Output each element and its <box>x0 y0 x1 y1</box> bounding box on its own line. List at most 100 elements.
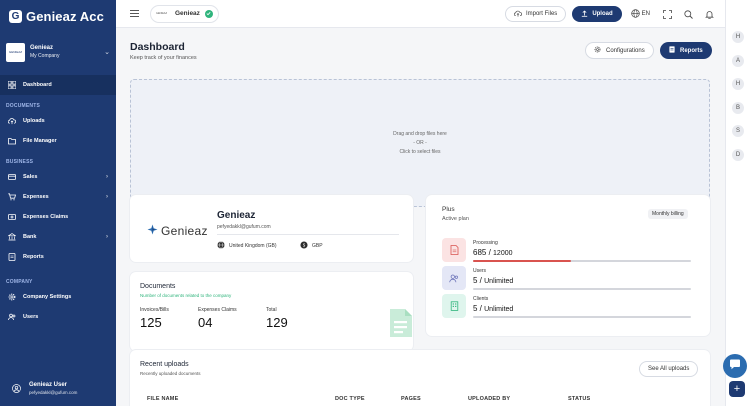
svg-text:$: $ <box>303 243 306 249</box>
hamburger-menu-icon[interactable] <box>129 10 139 17</box>
configurations-button[interactable]: Configurations <box>585 42 654 59</box>
chat-support-button[interactable] <box>723 354 747 378</box>
document-icon <box>388 308 413 343</box>
column-header-doc-type[interactable]: DOC TYPE <box>335 396 365 402</box>
import-files-label: Import Files <box>525 11 558 17</box>
metric-progress-track <box>473 316 691 318</box>
company-switcher[interactable]: GENIEAZ Genieaz My Company ⌄ <box>0 36 116 68</box>
stat-label: Invoices/Bills <box>140 307 169 313</box>
bell-icon[interactable] <box>704 9 714 19</box>
stat-label: Expenses Claims <box>198 307 237 313</box>
column-header-uploaded-by[interactable]: UPLOADED BY <box>468 396 510 402</box>
dropzone-drag-text: Drag and drop files here <box>393 131 447 137</box>
section-business: BUSINESS <box>6 159 34 165</box>
divider <box>217 234 399 235</box>
metric-value: 685 / 12000 <box>473 248 513 257</box>
sales-icon <box>8 173 16 181</box>
user-email: pefyedakkl@gufum.com <box>29 389 78 395</box>
sidebar-item-label: File Manager <box>23 138 57 144</box>
globe-icon <box>631 8 640 20</box>
collaborator-avatar[interactable]: D <box>732 149 744 161</box>
collaborator-avatar[interactable]: S <box>732 125 744 137</box>
cart-icon <box>8 193 16 201</box>
collaborator-avatar[interactable]: H <box>732 31 744 43</box>
sidebar-item-users[interactable]: Users <box>0 307 116 327</box>
sidebar-item-label: Expenses Claims <box>23 214 69 220</box>
page-subtitle: Keep track of your finances <box>130 55 197 61</box>
reports-icon <box>669 46 675 55</box>
file-dropzone[interactable]: Drag and drop files here - OR - Click to… <box>130 79 710 207</box>
collaborator-avatar[interactable]: A <box>732 55 744 67</box>
company-logo: GENIEAZ <box>6 42 25 62</box>
reports-icon <box>8 253 16 261</box>
reports-button[interactable]: Reports <box>660 42 712 59</box>
folder-icon <box>8 137 16 145</box>
stat-total: Total 129 <box>266 307 288 330</box>
metric-users: Users 5 / Unlimited <box>442 266 696 290</box>
topbar: GENIEAZ Genieaz Import Files Upload EN <box>116 0 725 28</box>
metric-progress-track <box>473 260 691 262</box>
add-button[interactable]: + <box>729 381 745 397</box>
company-name: Genieaz <box>30 45 54 52</box>
sidebar-item-bank[interactable]: Bank › <box>0 227 116 247</box>
see-all-uploads-button[interactable]: See All uploads <box>639 361 699 377</box>
brand-name: Genieaz Acc <box>26 8 104 24</box>
user-avatar-icon <box>12 380 21 398</box>
chip-company-name: Genieaz <box>175 10 200 17</box>
documents-card: Documents Number of documents related to… <box>130 272 413 351</box>
plan-card: Plus Active plan Monthly billing Process… <box>426 195 710 336</box>
gear-icon <box>8 293 16 301</box>
column-header-pages[interactable]: PAGES <box>401 396 421 402</box>
cloud-upload-icon <box>513 10 522 19</box>
metric-label: Clients <box>473 296 489 302</box>
import-files-button[interactable]: Import Files <box>504 6 567 22</box>
sidebar-item-file-manager[interactable]: File Manager <box>0 131 116 151</box>
chevron-right-icon: › <box>106 174 108 180</box>
claims-icon <box>8 213 16 221</box>
chevron-right-icon: › <box>106 234 108 240</box>
stat-invoices-bills: Invoices/Bills 125 <box>140 307 169 330</box>
upload-label: Upload <box>592 11 613 17</box>
fullscreen-icon[interactable] <box>662 9 672 19</box>
company-card-logo: Genieaz <box>147 222 208 240</box>
collaborator-avatar[interactable]: B <box>732 102 744 114</box>
sidebar: G Genieaz Acc GENIEAZ Genieaz My Company… <box>0 0 116 406</box>
current-user[interactable]: Genieaz User pefyedakkl@gufum.com <box>0 372 116 406</box>
sidebar-item-dashboard[interactable]: Dashboard <box>0 75 116 95</box>
metric-used: 685 <box>473 248 487 257</box>
brand[interactable]: G Genieaz Acc <box>0 0 116 32</box>
metric-used: 5 <box>473 304 478 313</box>
stat-expenses-claims: Expenses Claims 04 <box>198 307 237 330</box>
sidebar-item-reports[interactable]: Reports <box>0 247 116 267</box>
sidebar-item-uploads[interactable]: Uploads <box>0 111 116 131</box>
stat-label: Total <box>266 307 277 313</box>
sidebar-item-expenses-claims[interactable]: Expenses Claims <box>0 207 116 227</box>
upload-button[interactable]: Upload <box>572 6 622 22</box>
cloud-upload-icon <box>8 117 16 125</box>
column-header-status[interactable]: STATUS <box>568 396 590 402</box>
column-header-file-name[interactable]: FILE NAME <box>147 396 178 402</box>
sidebar-item-sales[interactable]: Sales › <box>0 167 116 187</box>
search-icon[interactable] <box>683 9 693 19</box>
page-title: Dashboard <box>130 41 185 53</box>
sidebar-item-label: Dashboard <box>23 82 52 88</box>
chip-company-logo: GENIEAZ <box>156 12 167 15</box>
sidebar-item-label: Sales <box>23 174 38 180</box>
company-subtitle: My Company <box>30 52 60 59</box>
sidebar-item-company-settings[interactable]: Company Settings <box>0 287 116 307</box>
company-currency-label: GBP <box>312 243 323 249</box>
language-label: EN <box>641 11 650 17</box>
documents-subtitle: Number of documents related to the compa… <box>140 293 232 298</box>
bank-icon <box>8 233 16 241</box>
company-country: United Kingdom (GB) <box>217 241 277 251</box>
collaborator-avatar[interactable]: H <box>732 78 744 90</box>
sidebar-item-expenses[interactable]: Expenses › <box>0 187 116 207</box>
language-selector[interactable]: EN <box>631 8 650 20</box>
stat-value: 04 <box>198 315 213 330</box>
metric-progress-track <box>473 288 691 290</box>
metric-value: 5 / Unlimited <box>473 304 514 313</box>
recent-uploads-subtitle: Recently uploaded documents <box>140 371 201 376</box>
dashboard-main: Dashboard Keep track of your finances Co… <box>116 28 725 406</box>
metric-limit: Unlimited <box>484 306 514 313</box>
active-company-chip[interactable]: GENIEAZ Genieaz <box>150 4 219 23</box>
